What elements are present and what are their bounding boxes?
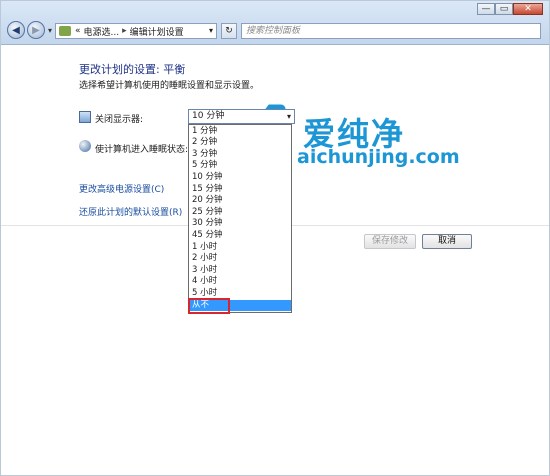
forward-arrow-icon: ▶ (32, 24, 40, 36)
display-timeout-value: 10 分钟 (192, 111, 225, 121)
close-button[interactable]: ✕ (513, 3, 543, 15)
breadcrumb-separator-icon[interactable]: ▸ (122, 26, 127, 36)
recent-pages-dropdown-icon[interactable]: ▾ (48, 26, 52, 35)
page-title: 更改计划的设置: 平衡 (79, 63, 186, 76)
dropdown-option[interactable]: 20 分钟 (189, 195, 291, 207)
breadcrumb-edit-plan[interactable]: 编辑计划设置 (130, 25, 184, 38)
dropdown-option[interactable]: 5 分钟 (189, 160, 291, 172)
sleep-icon (79, 140, 91, 152)
breadcrumb-power-options[interactable]: 电源选... (84, 25, 120, 38)
search-input[interactable]: 搜索控制面板 (241, 23, 541, 39)
dropdown-option[interactable]: 2 分钟 (189, 137, 291, 149)
dropdown-option[interactable]: 25 分钟 (189, 207, 291, 219)
dropdown-option[interactable]: 10 分钟 (189, 172, 291, 184)
dropdown-option[interactable]: 3 小时 (189, 265, 291, 277)
back-button[interactable]: ◀ (7, 21, 25, 39)
control-panel-window: — ▭ ✕ ◀ ▶ ▾ « 电源选... ▸ 编辑计划设置 ▾ ↻ 搜索控制面板… (0, 0, 550, 476)
refresh-button[interactable]: ↻ (221, 23, 237, 39)
dropdown-option[interactable]: 1 小时 (189, 242, 291, 254)
display-timeout-dropdown-list: 1 分钟 2 分钟 3 分钟 5 分钟 10 分钟 15 分钟 20 分钟 25 分钟 30 分… (188, 124, 292, 313)
address-bar[interactable]: « 电源选... ▸ 编辑计划设置 ▾ (55, 23, 217, 39)
dropdown-option[interactable]: 1 分钟 (189, 126, 291, 138)
navigation-buttons: ◀ ▶ ▾ (7, 21, 52, 39)
dropdown-arrow-icon[interactable]: ▾ (287, 110, 291, 123)
forward-button[interactable]: ▶ (27, 21, 45, 39)
sleep-label: 使计算机进入睡眠状态: (95, 145, 189, 155)
address-dropdown-icon[interactable]: ▾ (209, 26, 213, 35)
watermark-domain-text: aichunjing.com (297, 146, 460, 168)
advanced-power-settings-link[interactable]: 更改高级电源设置(C) (79, 182, 164, 195)
maximize-button[interactable]: ▭ (495, 3, 513, 15)
dropdown-option[interactable]: 2 小时 (189, 253, 291, 265)
restore-defaults-link[interactable]: 还原此计划的默认设置(R) (79, 205, 182, 218)
turn-off-display-label: 关闭显示器: (95, 115, 144, 125)
display-timeout-select[interactable]: 10 分钟 ▾ (188, 109, 295, 124)
dropdown-option[interactable]: 15 分钟 (189, 184, 291, 196)
save-changes-button[interactable]: 保存修改 (364, 234, 416, 249)
back-arrow-icon: ◀ (12, 24, 20, 36)
dropdown-option[interactable]: 3 分钟 (189, 149, 291, 161)
highlight-annotation-box (188, 298, 230, 314)
cancel-button[interactable]: 取消 (422, 234, 472, 249)
control-panel-icon (59, 26, 71, 36)
monitor-icon (79, 111, 91, 123)
dropdown-option[interactable]: 45 分钟 (189, 230, 291, 242)
title-address-bar: — ▭ ✕ ◀ ▶ ▾ « 电源选... ▸ 编辑计划设置 ▾ ↻ 搜索控制面板 (1, 1, 549, 45)
minimize-button[interactable]: — (477, 3, 495, 15)
page-subtitle: 选择希望计算机使用的睡眠设置和显示设置。 (79, 81, 260, 91)
dropdown-option[interactable]: 4 小时 (189, 276, 291, 288)
dropdown-option[interactable]: 30 分钟 (189, 218, 291, 230)
window-controls: — ▭ ✕ (477, 3, 543, 15)
breadcrumb-overflow[interactable]: « (75, 26, 81, 36)
